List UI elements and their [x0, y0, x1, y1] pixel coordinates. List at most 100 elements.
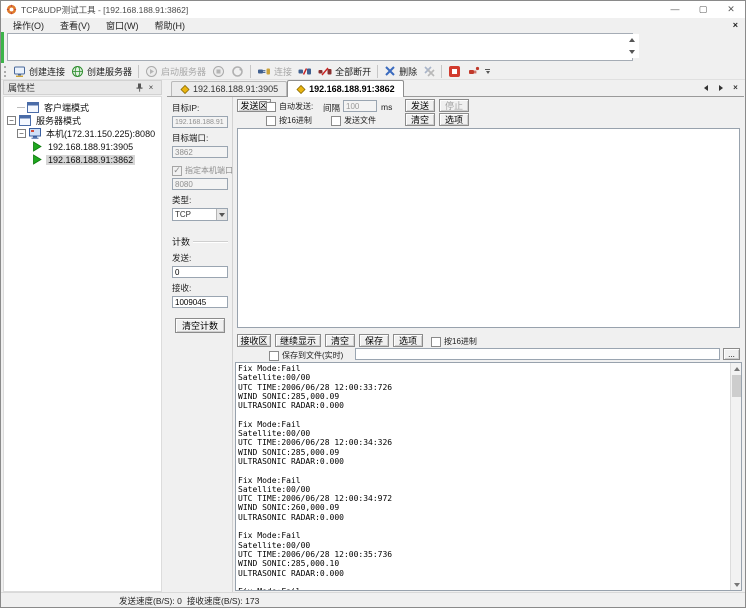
chevron-down-icon	[629, 50, 635, 54]
scroll-down-button[interactable]	[731, 579, 742, 590]
send-hex-label: 按16进制	[279, 115, 312, 126]
send-textarea[interactable]	[237, 128, 740, 328]
auto-send-checkbox[interactable]	[266, 102, 276, 112]
target-ip-label: 目标IP:	[172, 102, 228, 114]
tab-scroll-right-button[interactable]	[716, 83, 725, 92]
connection-tab-icon	[296, 84, 306, 94]
app-icon	[6, 4, 17, 15]
quick-send-combobox[interactable]	[7, 33, 633, 61]
menubar: 操作(O) 查看(V) 窗口(W) 帮助(H)	[1, 18, 745, 32]
receive-zone-button[interactable]: 接收区	[237, 334, 271, 347]
resume-display-button[interactable]: 继续显示	[275, 334, 321, 347]
receive-options-button[interactable]: 选项	[393, 334, 423, 347]
tree-item-server-mode[interactable]: − 服务器模式	[4, 114, 161, 127]
receive-log: Fix Mode:Fail Satellite:00/00 UTC TIME:2…	[235, 362, 742, 591]
counter-group: 计数	[172, 235, 228, 248]
scrollbar-thumb[interactable]	[732, 375, 741, 397]
recv-speed-value: 173	[245, 596, 259, 606]
tree-item-connection-3905[interactable]: 192.168.188.91:3905	[4, 140, 161, 153]
tree-item-connection-3862[interactable]: 192.168.188.91:3862	[4, 153, 161, 166]
received-count-input[interactable]: 1009045	[172, 296, 228, 308]
save-file-path-input[interactable]	[355, 348, 720, 360]
play-icon	[31, 154, 43, 165]
tab-close-button[interactable]: ×	[731, 83, 740, 92]
stop-display-button[interactable]	[445, 64, 464, 79]
toolbar-grip	[4, 66, 7, 77]
menu-help[interactable]: 帮助(H)	[147, 19, 194, 32]
arrow-up-icon	[734, 367, 740, 371]
recv-speed-status: 接收速度(B/S): 173	[187, 595, 259, 607]
send-clear-button[interactable]: 清空	[405, 113, 435, 126]
toolbar-separator	[138, 65, 139, 78]
send-hex-checkbox[interactable]	[266, 116, 276, 126]
tools-icon	[467, 65, 480, 78]
tab-connection-3862[interactable]: 192.168.188.91:3862	[287, 80, 404, 97]
save-to-file-checkbox-row: 保存到文件(实时)	[269, 350, 343, 361]
save-to-file-checkbox[interactable]	[269, 351, 279, 361]
spinner-up-button[interactable]	[625, 34, 639, 46]
server-globe-icon	[71, 65, 84, 78]
toolbar-separator	[377, 65, 378, 78]
receive-hex-checkbox[interactable]	[431, 337, 441, 347]
disconnect-all-button[interactable]: 全部断开	[315, 64, 374, 79]
clear-counter-button[interactable]: 清空计数	[175, 318, 225, 333]
pin-button[interactable]	[133, 82, 145, 94]
browse-file-button[interactable]: ...	[723, 348, 740, 360]
auto-send-checkbox-row: 自动发送:	[266, 101, 313, 112]
tree-item-local-host[interactable]: − 本机(172.31.150.225):8080	[4, 127, 161, 140]
received-count-label: 接收:	[172, 282, 228, 294]
delete-button[interactable]: 删除	[381, 64, 420, 79]
receive-hex-checkbox-row: 按16进制	[431, 336, 477, 347]
sent-count-input[interactable]: 0	[172, 266, 228, 278]
arrow-down-icon	[734, 583, 740, 587]
stop-button: 停止	[439, 99, 469, 112]
collapse-icon[interactable]: −	[17, 129, 26, 138]
target-port-input: 3862	[172, 146, 228, 158]
toolbar: 创建连接 创建服务器 启动服务器 连接 全部断开	[1, 63, 745, 80]
minimize-button[interactable]: —	[661, 1, 689, 18]
send-file-checkbox[interactable]	[331, 116, 341, 126]
panel-close-button[interactable]: ×	[145, 82, 157, 94]
send-button[interactable]: 发送	[405, 99, 435, 112]
window-title: TCP&UDP测试工具 - [192.168.188.91:3862]	[21, 4, 188, 16]
arrow-right-icon	[719, 85, 723, 91]
scroll-up-button[interactable]	[731, 363, 742, 374]
type-select[interactable]: TCP	[172, 208, 228, 221]
main-area: 属性栏 × 客户端模式 − 服务器模式 −	[2, 80, 744, 592]
quick-send-bar	[1, 32, 745, 63]
send-options-button[interactable]: 选项	[439, 113, 469, 126]
maximize-button[interactable]: ▢	[689, 1, 717, 18]
create-connection-button[interactable]: 创建连接	[10, 64, 68, 79]
mdi-child-close-button[interactable]: ×	[733, 18, 738, 32]
type-label: 类型:	[172, 194, 228, 206]
session-content: 目标IP: 192.168.188.91 目标端口: 3862 ✓ 指定本机端口…	[167, 97, 744, 592]
target-port-label: 目标端口:	[172, 132, 228, 144]
create-server-button[interactable]: 创建服务器	[68, 64, 135, 79]
connect-button: 连接	[254, 64, 295, 79]
menu-view[interactable]: 查看(V)	[52, 19, 98, 32]
local-port-label: 指定本机端口:	[185, 165, 235, 176]
collapse-icon[interactable]: −	[7, 116, 16, 125]
target-ip-input: 192.168.188.91	[172, 116, 228, 128]
close-button[interactable]: ✕	[717, 1, 745, 18]
menu-window[interactable]: 窗口(W)	[98, 19, 147, 32]
start-server-icon	[145, 65, 158, 78]
toolbar-overflow-button[interactable]	[485, 69, 490, 74]
receive-scrollbar[interactable]	[730, 363, 741, 590]
receive-clear-button[interactable]: 清空	[325, 334, 355, 347]
chevron-up-icon	[629, 38, 635, 42]
local-port-checkbox: ✓	[172, 166, 182, 176]
spinner-down-button[interactable]	[625, 46, 639, 58]
receive-save-button[interactable]: 保存	[359, 334, 389, 347]
send-speed-value: 0	[177, 596, 182, 606]
tree-item-client-mode[interactable]: 客户端模式	[4, 101, 161, 114]
chevron-down-icon	[486, 71, 490, 74]
save-to-file-label: 保存到文件(实时)	[282, 350, 343, 361]
receive-log-text[interactable]: Fix Mode:Fail Satellite:00/00 UTC TIME:2…	[238, 364, 729, 590]
menu-operation[interactable]: 操作(O)	[5, 19, 52, 32]
local-host-icon	[29, 128, 41, 139]
tools-button[interactable]	[464, 64, 483, 79]
disconnect-button[interactable]	[295, 64, 315, 79]
tab-scroll-left-button[interactable]	[701, 83, 710, 92]
tab-connection-3905[interactable]: 192.168.188.91:3905	[171, 81, 287, 96]
